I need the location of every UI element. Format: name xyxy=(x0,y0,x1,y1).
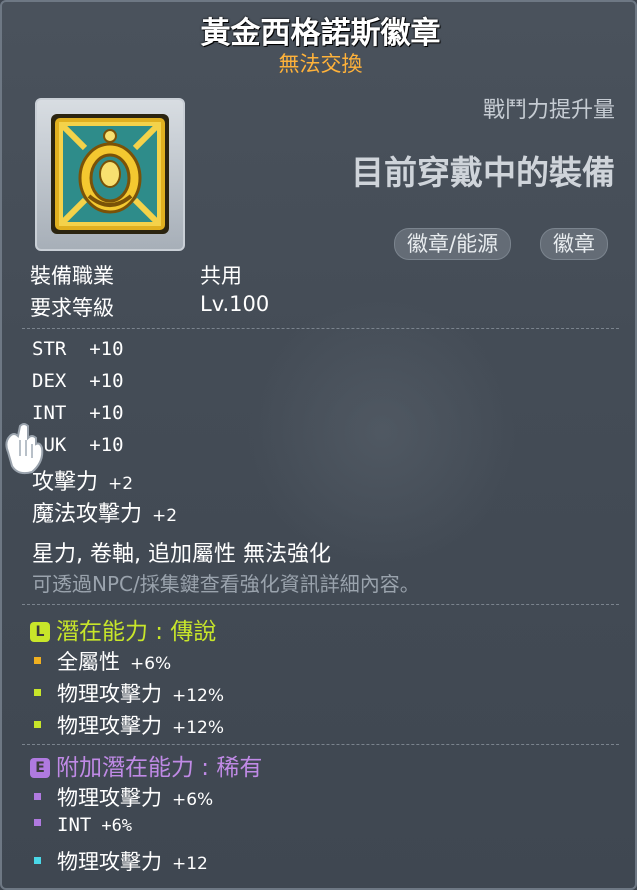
stat-value: +10 xyxy=(89,370,124,392)
bullet-icon xyxy=(34,857,41,864)
category-tag-badge-energy: 徽章/能源 xyxy=(394,228,512,260)
divider xyxy=(22,328,619,329)
stat-name: INT xyxy=(32,402,67,424)
option-name: 物理攻擊力 xyxy=(57,850,162,874)
divider xyxy=(22,604,619,605)
option-value: +12 xyxy=(172,854,208,874)
stat-str: STR +10 xyxy=(32,338,124,360)
enhancement-restrictions: 星力, 卷軸, 追加屬性 無法強化 xyxy=(32,542,331,567)
category-tag-badge: 徽章 xyxy=(540,228,608,260)
option-value: +12% xyxy=(172,686,225,706)
item-tooltip: 黃金西格諾斯徽章 無法交換 戰鬥力提升量 目前穿戴中的裝備 徽章/能源 徽章 裝… xyxy=(0,0,637,890)
background-character-shade xyxy=(242,302,522,562)
requirement-job-label: 裝備職業 xyxy=(30,264,114,288)
enhancement-hint: 可透過NPC/採集鍵查看強化資訊詳細內容。 xyxy=(32,572,420,596)
potential-line: 全屬性 +6% xyxy=(34,646,171,676)
bullet-icon xyxy=(34,721,41,728)
stat-name: DEX xyxy=(32,370,67,392)
additional-potential-title: 附加潛在能力 : 稀有 xyxy=(56,755,263,781)
requirement-level-value: Lv.100 xyxy=(200,292,270,316)
bullet-icon xyxy=(34,689,41,696)
requirement-job-value: 共用 xyxy=(200,264,242,288)
requirement-level-label: 要求等級 xyxy=(30,296,114,320)
option-value: +6% xyxy=(101,816,133,836)
combat-power-label: 戰鬥力提升量 xyxy=(482,98,615,123)
stat-name: 魔法攻擊力 xyxy=(32,502,143,527)
potential-line: 物理攻擊力 +12% xyxy=(34,678,224,708)
stat-int: INT +10 xyxy=(32,402,124,424)
option-name: 物理攻擊力 xyxy=(57,682,162,706)
divider xyxy=(22,744,619,745)
emblem-icon xyxy=(51,114,169,234)
potential-header: L 潛在能力 : 傳說 xyxy=(30,612,216,646)
option-name: 物理攻擊力 xyxy=(57,786,162,810)
item-name: 黃金西格諾斯徽章 xyxy=(200,16,441,51)
legendary-grade-icon: L xyxy=(30,622,50,642)
option-value: +6% xyxy=(130,654,172,674)
potential-line: 物理攻擊力 +12% xyxy=(34,710,224,740)
bullet-icon xyxy=(34,793,41,800)
additional-potential-line: 物理攻擊力 +12 xyxy=(34,846,208,876)
stat-value: +10 xyxy=(89,434,124,456)
option-value: +12% xyxy=(172,718,225,738)
bullet-icon xyxy=(34,819,41,826)
stat-value: +2 xyxy=(108,474,134,494)
potential-title: 潛在能力 : 傳說 xyxy=(56,619,217,645)
stat-value: +2 xyxy=(152,506,178,526)
glove-cursor-icon xyxy=(5,423,44,475)
stat-dex: DEX +10 xyxy=(32,370,124,392)
option-name: INT xyxy=(57,814,92,836)
trade-status: 無法交換 xyxy=(278,52,363,76)
item-icon-frame xyxy=(35,98,185,251)
stat-attack: 攻擊力 +2 xyxy=(32,464,133,496)
rare-grade-icon: E xyxy=(30,758,50,778)
option-name: 全屬性 xyxy=(57,650,120,674)
stat-value: +10 xyxy=(89,402,124,424)
option-name: 物理攻擊力 xyxy=(57,714,162,738)
stat-value: +10 xyxy=(89,338,124,360)
stat-name: STR xyxy=(32,338,67,360)
stat-magic-attack: 魔法攻擊力 +2 xyxy=(32,496,177,528)
additional-potential-header: E 附加潛在能力 : 稀有 xyxy=(30,748,262,782)
additional-potential-line: 物理攻擊力 +6% xyxy=(34,782,213,812)
currently-equipped-label: 目前穿戴中的裝備 xyxy=(351,153,615,192)
additional-potential-line: INT +6% xyxy=(34,814,132,836)
bullet-icon xyxy=(34,657,41,664)
option-value: +6% xyxy=(172,790,214,810)
